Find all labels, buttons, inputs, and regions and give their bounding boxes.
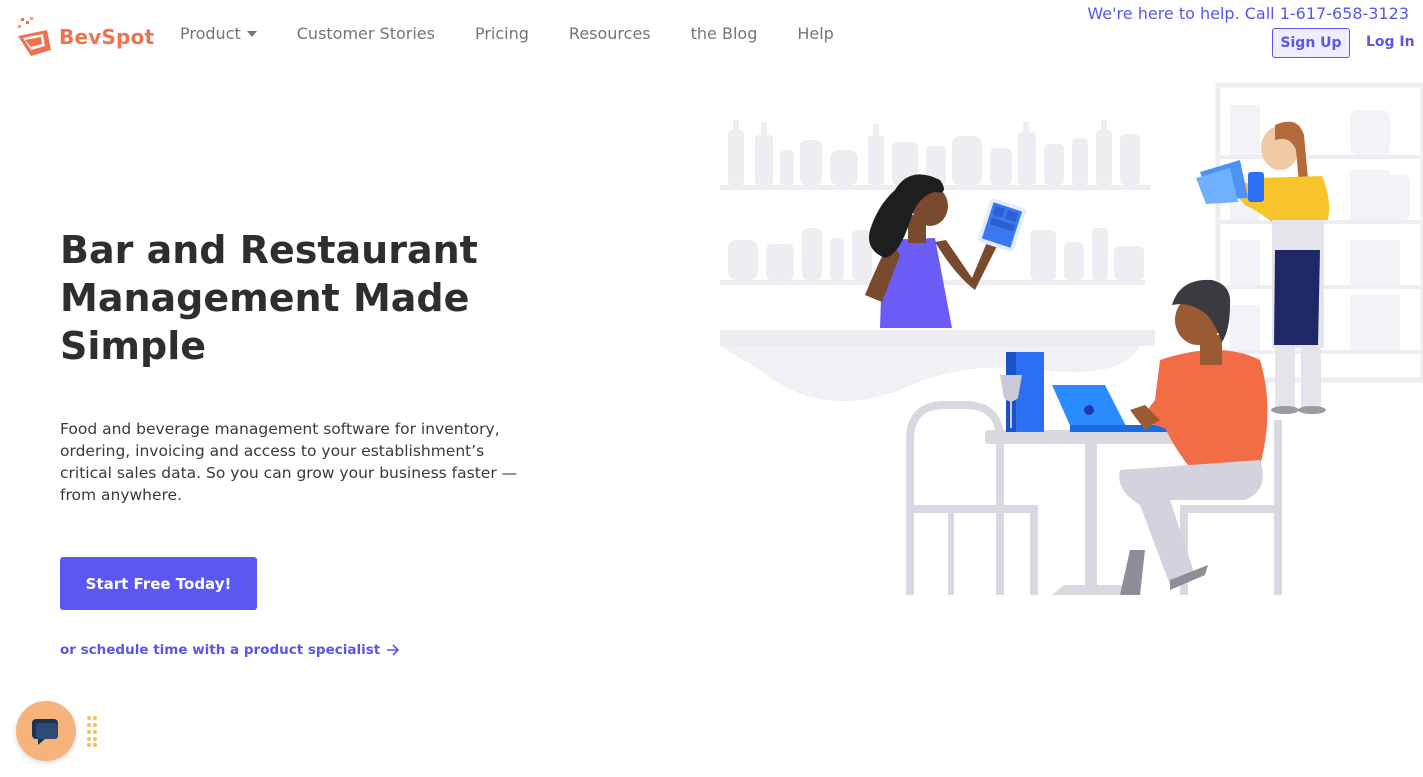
nav-item-label: Product	[180, 24, 241, 43]
page-title: Bar and Restaurant Management Made Simpl…	[60, 228, 478, 368]
brand-name: BevSpot	[59, 25, 155, 49]
nav-item-resources[interactable]: Resources	[569, 24, 651, 43]
start-free-button[interactable]: Start Free Today!	[60, 557, 257, 610]
main-nav: Product Customer Stories Pricing Resourc…	[180, 24, 874, 43]
hero-illustration	[720, 82, 1423, 595]
schedule-link-label: or schedule time with a product speciali…	[60, 642, 381, 658]
nav-item-customer-stories[interactable]: Customer Stories	[297, 24, 435, 43]
logo[interactable]: BevSpot	[15, 16, 154, 58]
schedule-link[interactable]: or schedule time with a product speciali…	[60, 642, 400, 658]
drag-handle-icon[interactable]	[86, 715, 98, 747]
arrow-right-icon	[387, 644, 400, 656]
hero-description: Food and beverage management software fo…	[60, 420, 518, 504]
chat-button[interactable]	[16, 701, 76, 761]
nav-item-help[interactable]: Help	[797, 24, 833, 43]
nav-item-blog[interactable]: the Blog	[691, 24, 758, 43]
nav-item-product[interactable]: Product	[180, 24, 257, 43]
logo-icon	[18, 17, 51, 56]
help-phone-text[interactable]: We're here to help. Call 1-617-658-3123	[1087, 4, 1409, 23]
sign-up-button[interactable]: Sign Up	[1272, 28, 1350, 58]
log-in-link[interactable]: Log In	[1366, 34, 1415, 50]
woman-with-tablet	[865, 174, 1027, 328]
nav-item-pricing[interactable]: Pricing	[475, 24, 529, 43]
chevron-down-icon	[246, 30, 257, 37]
chat-icon	[32, 719, 58, 745]
